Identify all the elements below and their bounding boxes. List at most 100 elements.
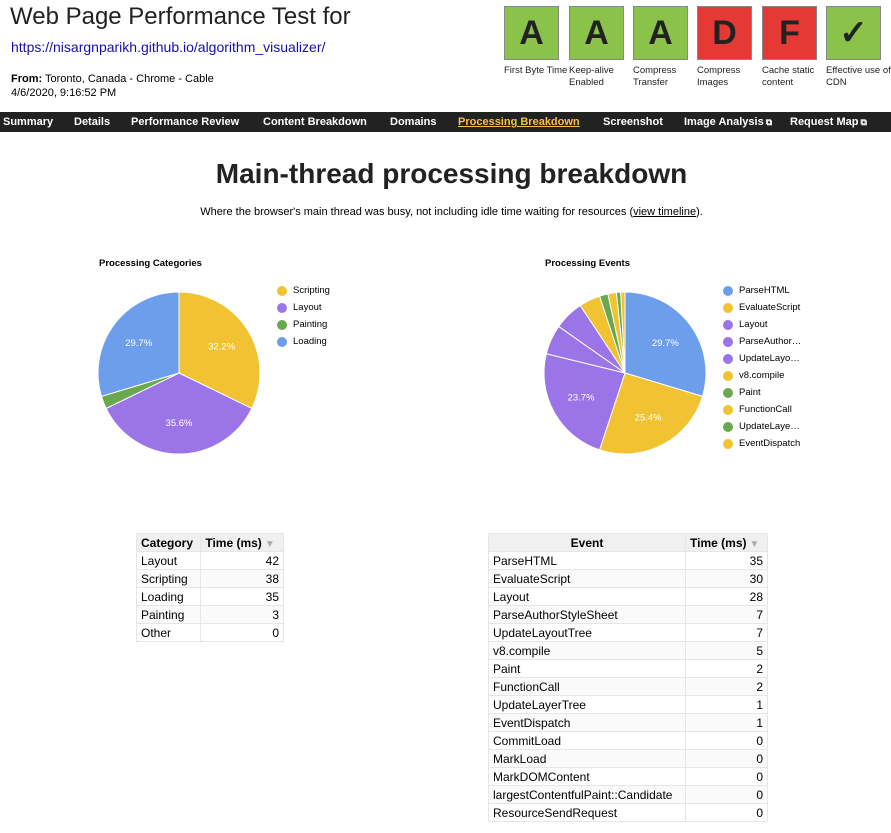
nav-item-processing-breakdown[interactable]: Processing Breakdown bbox=[458, 112, 580, 132]
nav-item-screenshot[interactable]: Screenshot bbox=[603, 112, 663, 132]
row-time: 7 bbox=[685, 623, 768, 642]
row-time: 2 bbox=[685, 659, 768, 678]
table-row: UpdateLayerTree 1 bbox=[487, 695, 768, 714]
legend-label: Painting bbox=[293, 319, 328, 330]
grade-item[interactable]: A First Byte Time bbox=[504, 6, 578, 77]
table-row: EventDispatch 1 bbox=[487, 713, 768, 732]
nav-item-label: Summary bbox=[3, 116, 54, 128]
row-time: 35 bbox=[200, 587, 284, 606]
nav-item-label: Request Map bbox=[790, 116, 859, 128]
grade-label: Compress Transfer bbox=[633, 65, 677, 88]
legend-item[interactable]: EvaluateScript bbox=[723, 299, 813, 316]
legend-item[interactable]: UpdateLaye… bbox=[723, 418, 813, 435]
legend-item[interactable]: Layout bbox=[723, 316, 813, 333]
row-time: 35 bbox=[685, 551, 768, 570]
time-column-header[interactable]: Time (ms) ▼ bbox=[200, 533, 284, 552]
event-column-header[interactable]: Event bbox=[487, 533, 687, 552]
legend-item[interactable]: Scripting bbox=[277, 282, 347, 299]
row-name: UpdateLayoutTree bbox=[487, 623, 687, 642]
row-time: 42 bbox=[200, 551, 284, 570]
grade-item[interactable]: A Keep-alive Enabled bbox=[569, 6, 643, 89]
legend-swatch bbox=[723, 370, 733, 381]
category-table: Category Time (ms) ▼ Layout 42 Scripting 38 L… bbox=[135, 533, 284, 642]
row-name: MarkLoad bbox=[487, 749, 687, 768]
category-column-header[interactable]: Category bbox=[135, 533, 202, 552]
time-header-label: Time (ms) bbox=[690, 535, 747, 550]
row-time: 3 bbox=[200, 605, 284, 624]
event-table-body: ParseHTML 35 EvaluateScript 30 Layout 28 Parse… bbox=[487, 551, 768, 822]
grade-label: Compress Images bbox=[697, 65, 741, 88]
legend-item[interactable]: ParseHTML bbox=[723, 282, 813, 299]
from-label: From: bbox=[11, 73, 43, 85]
nav-item-performance-review[interactable]: Performance Review bbox=[131, 112, 239, 132]
nav-item-request-map[interactable]: Request Map ⧉ bbox=[790, 112, 867, 132]
chart-title: Processing Events bbox=[545, 258, 631, 269]
row-name: ParseHTML bbox=[487, 551, 687, 570]
legend-item[interactable]: Paint bbox=[723, 384, 813, 401]
grade-box[interactable]: A bbox=[569, 6, 624, 60]
nav-item-summary[interactable]: Summary bbox=[3, 112, 53, 132]
legend-item[interactable]: UpdateLayo… bbox=[723, 350, 813, 367]
grade-box[interactable]: D bbox=[697, 6, 752, 60]
legend-item[interactable]: v8.compile bbox=[723, 367, 813, 384]
tested-url-link[interactable]: https://nisargnparikh.github.io/algorith… bbox=[11, 39, 325, 55]
table-row: Paint 2 bbox=[487, 659, 768, 678]
grade-label: First Byte Time bbox=[504, 65, 568, 76]
row-time: 7 bbox=[685, 605, 768, 624]
table-row: Loading 35 bbox=[135, 587, 284, 606]
nav-item-details[interactable]: Details bbox=[74, 112, 110, 132]
grade-item[interactable]: F Cache static content bbox=[762, 6, 836, 89]
nav-item-image-analysis[interactable]: Image Analysis ⧉ bbox=[684, 112, 772, 132]
grade-box[interactable]: A bbox=[633, 6, 688, 60]
legend-item[interactable]: Loading bbox=[277, 333, 347, 350]
grade-item[interactable]: ✓ Effective use of CDN bbox=[826, 6, 891, 89]
pie-chart: 29.7% 25.4% 23.7% bbox=[543, 291, 707, 455]
row-time: 1 bbox=[685, 713, 768, 732]
pie-slice-label: 25.4% bbox=[635, 413, 662, 424]
sort-desc-icon: ▼ bbox=[749, 538, 760, 550]
row-time: 0 bbox=[685, 785, 768, 804]
table-row: MarkLoad 0 bbox=[487, 749, 768, 768]
nav-item-content-breakdown[interactable]: Content Breakdown bbox=[263, 112, 367, 132]
row-name: FunctionCall bbox=[487, 677, 687, 696]
time-column-header[interactable]: Time (ms) ▼ bbox=[685, 533, 768, 552]
from-value: Toronto, Canada - Chrome - Cable bbox=[45, 73, 214, 85]
grade-box[interactable]: ✓ bbox=[826, 6, 881, 60]
grade-item[interactable]: A Compress Transfer bbox=[633, 6, 707, 89]
page-title: Web Page Performance Test for bbox=[10, 3, 351, 30]
nav-item-label: Processing Breakdown bbox=[458, 116, 580, 128]
row-name: Scripting bbox=[135, 569, 202, 588]
row-name: v8.compile bbox=[487, 641, 687, 660]
row-name: largestContentfulPaint::Candidate bbox=[487, 785, 687, 804]
legend-item[interactable]: ParseAuthor… bbox=[723, 333, 813, 350]
row-name: Layout bbox=[135, 551, 202, 570]
legend-swatch bbox=[277, 319, 287, 330]
legend-item[interactable]: EventDispatch bbox=[723, 435, 813, 452]
row-name: Painting bbox=[135, 605, 202, 624]
grade-box[interactable]: A bbox=[504, 6, 559, 60]
nav-item-label: Details bbox=[74, 116, 111, 128]
nav-item-label: Performance Review bbox=[131, 116, 240, 128]
legend-swatch bbox=[277, 285, 287, 296]
grade-label: Cache static content bbox=[762, 65, 815, 88]
grade-item[interactable]: D Compress Images bbox=[697, 6, 771, 89]
grade-box[interactable]: F bbox=[762, 6, 817, 60]
legend-label: ParseAuthor… bbox=[739, 336, 802, 347]
nav-item-domains[interactable]: Domains bbox=[390, 112, 436, 132]
nav-item-label: Content Breakdown bbox=[263, 116, 367, 128]
legend-item[interactable]: FunctionCall bbox=[723, 401, 813, 418]
results-header: Web Page Performance Test for https://ni… bbox=[0, 0, 891, 112]
pie-slice-label: 29.7% bbox=[125, 338, 152, 349]
legend-item[interactable]: Painting bbox=[277, 316, 347, 333]
test-location: From: Toronto, Canada - Chrome - Cable bbox=[11, 72, 214, 86]
table-row: EvaluateScript 30 bbox=[487, 569, 768, 588]
time-header-label: Time (ms) bbox=[205, 535, 262, 550]
table-row: FunctionCall 2 bbox=[487, 677, 768, 696]
legend-swatch bbox=[723, 353, 733, 364]
legend-label: v8.compile bbox=[739, 370, 785, 381]
legend-swatch bbox=[723, 421, 733, 432]
view-timeline-link[interactable]: view timeline bbox=[633, 206, 696, 218]
legend-item[interactable]: Layout bbox=[277, 299, 347, 316]
table-row: UpdateLayoutTree 7 bbox=[487, 623, 768, 642]
row-name: EvaluateScript bbox=[487, 569, 687, 588]
